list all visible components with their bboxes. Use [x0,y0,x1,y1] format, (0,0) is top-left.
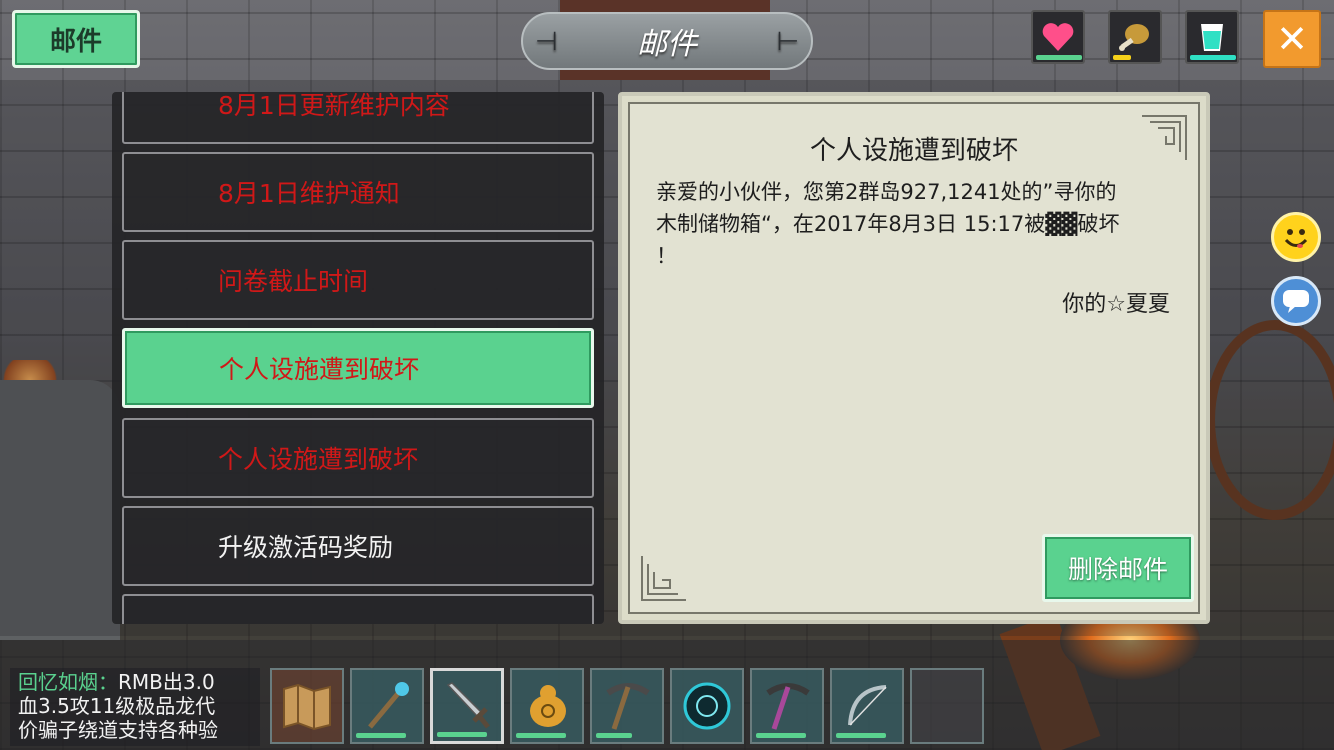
cup-icon [1201,24,1223,51]
emoji-button[interactable] [1271,212,1321,262]
hotbar-slot[interactable] [830,668,904,744]
chat-button[interactable] [1271,276,1321,326]
chat-line: 血3.5攻11级极品龙代 [18,694,216,718]
chat-bubble-icon [1283,290,1309,313]
mail-tab[interactable]: 邮件 [12,10,140,68]
mail-body-line: 木制储物箱“，在2017年8月3日 15:17被▓▓破坏 [656,212,1120,236]
thirst-bar [1190,55,1236,60]
delete-mail-button[interactable]: 删除邮件 [1042,534,1194,602]
drumstick-icon [1119,24,1149,51]
mail-item-label: 8月1日维护通知 [218,179,400,208]
durability-bar [596,733,632,738]
mail-list-item-selected[interactable]: 个人设施遭到破坏 [122,328,594,408]
mail-list[interactable]: 8月1日更新维护内容 8月1日维护通知 问卷截止时间 个人设施遭到破坏 个人设施… [112,92,604,624]
chat-line: 价骗子绕道支持各种验 [18,718,218,742]
mail-list-item[interactable]: 升级激活码奖励 [122,506,594,586]
mail-body: 亲爱的小伙伴，您第2群岛927,1241处的”寻你的 木制储物箱“，在2017年… [656,176,1168,272]
pickaxe-icon [606,683,650,730]
smiley-icon [1284,229,1308,248]
chat-sender: 回忆如烟： [18,670,118,694]
banner-right-ornament-icon: ⊢ [776,27,799,57]
hunger-bar [1113,55,1131,60]
heart-icon [1042,23,1074,51]
page-title: 邮件 [637,27,697,62]
mail-item-label: 问卷截止时间 [218,267,369,296]
mail-detail-panel: 个人设施遭到破坏 亲爱的小伙伴，您第2群岛927,1241处的”寻你的 木制储物… [618,92,1210,624]
hotbar-slot[interactable] [750,668,824,744]
chat-line: 回忆如烟：RMB出3.0 [18,670,252,694]
staff-icon [368,682,409,729]
mail-list-item[interactable]: 8月1日维护通知 [122,152,594,232]
mail-list-item-partial[interactable] [122,594,594,624]
hotbar-slot[interactable] [590,668,664,744]
hotbar-slot[interactable] [510,668,584,744]
delete-mail-label: 删除邮件 [1067,555,1168,584]
mail-list-item[interactable]: 8月1日更新维护内容 [122,92,594,144]
hotbar-slot[interactable] [670,668,744,744]
mail-item-label: 升级激活码奖励 [218,533,394,562]
map-icon [283,683,331,731]
mail-tab-label: 邮件 [49,26,102,57]
banner-left-ornament-icon: ⊣ [535,27,558,57]
durability-bar [356,733,406,738]
close-icon: ✕ [1276,17,1308,61]
health-stat[interactable] [1031,10,1085,64]
hotbar-slot[interactable] [350,668,424,744]
mail-detail-paper: 个人设施遭到破坏 亲爱的小伙伴，您第2群岛927,1241处的”寻你的 木制储物… [628,102,1200,614]
durability-bar [437,732,487,737]
mail-signature: 你的☆夏夏 [1062,292,1170,317]
mail-item-label: 个人设施遭到破坏 [219,355,420,384]
gourd-icon [530,685,566,727]
durability-bar [836,733,886,738]
chat-log[interactable]: 回忆如烟：RMB出3.0 血3.5攻11级极品龙代 价骗子绕道支持各种验 [10,668,260,746]
thirst-stat[interactable] [1185,10,1239,64]
mail-subject: 个人设施遭到破坏 [809,136,1018,166]
mail-list-item[interactable]: 个人设施遭到破坏 [122,418,594,498]
hotbar-slot-empty[interactable] [910,668,984,744]
corner-ornament-icon [641,556,686,601]
purple-pickaxe-icon [766,683,810,730]
hunger-stat[interactable] [1108,10,1162,64]
close-button[interactable]: ✕ [1263,10,1321,68]
sword-icon [446,682,490,729]
durability-bar [756,733,806,738]
mail-body-line: ！ [656,244,677,268]
hotbar-slot-active[interactable] [430,668,504,744]
mail-body-line: 亲爱的小伙伴，您第2群岛927,1241处的”寻你的 [656,180,1117,204]
health-bar [1036,55,1082,60]
mail-item-label: 个人设施遭到破坏 [218,445,419,474]
orb-icon [683,682,731,730]
chat-text: RMB出3.0 [118,670,215,694]
mail-list-item[interactable]: 问卷截止时间 [122,240,594,320]
durability-bar [516,733,566,738]
hotbar-slot[interactable] [270,668,344,744]
bow-icon [848,685,887,726]
title-banner: ⊣ 邮件 ⊢ [521,12,813,70]
mail-item-label: 8月1日更新维护内容 [218,92,450,120]
